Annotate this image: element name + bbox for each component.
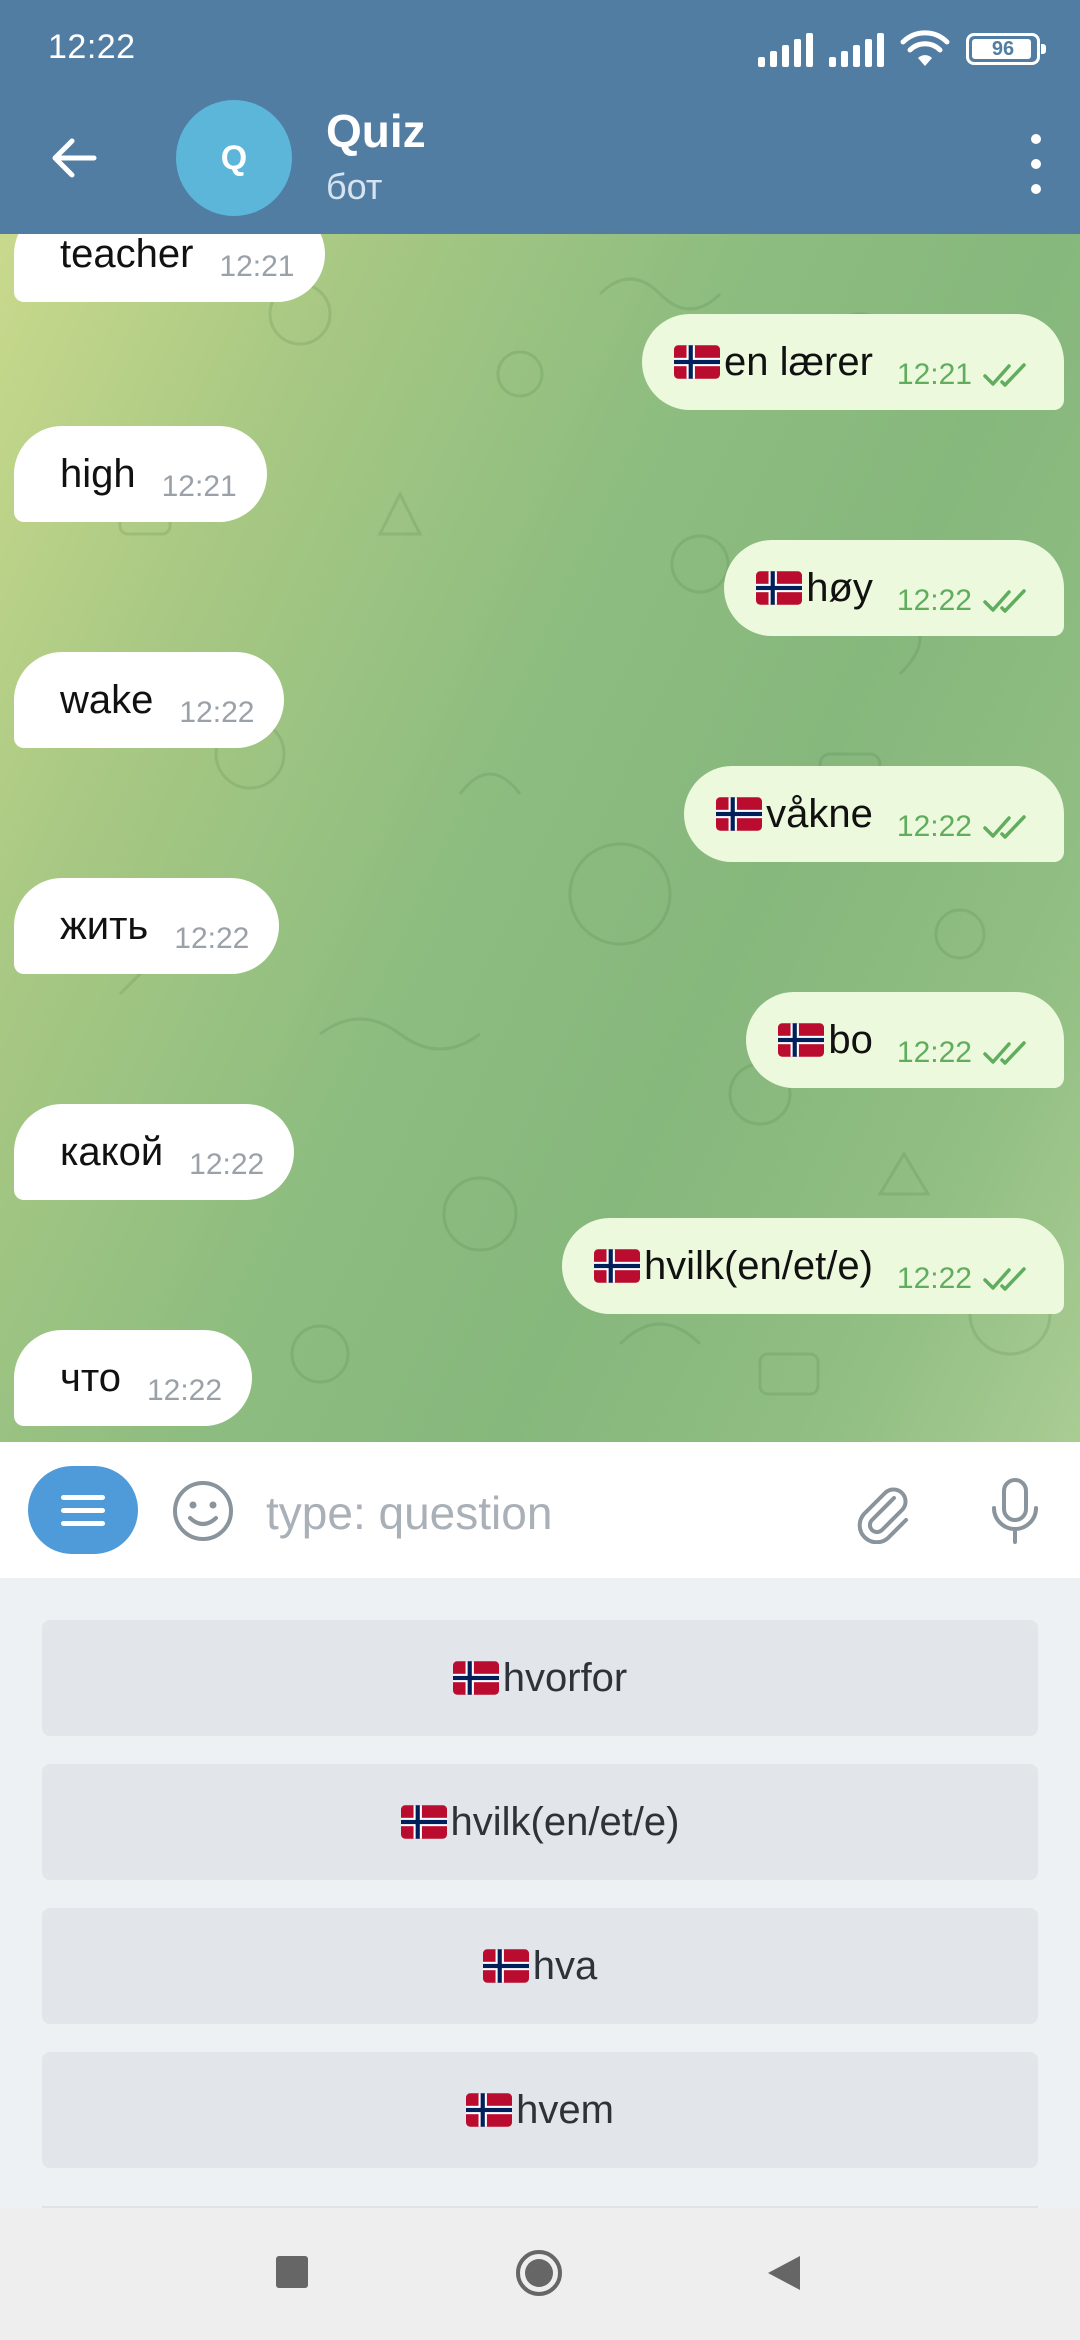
message-text: bo [828, 1017, 873, 1062]
message-time: 12:21 [896, 358, 972, 391]
keyboard-button-label: hvorfor [502, 1655, 628, 1700]
double-check-icon [983, 815, 1026, 839]
message-incoming[interactable]: жить 12:22 [14, 878, 280, 974]
paperclip-icon[interactable] [850, 1478, 916, 1544]
message-incoming[interactable]: какой 12:22 [14, 1104, 295, 1200]
norway-flag-icon [482, 1949, 529, 1983]
message-time: 12:21 [219, 250, 295, 283]
message-time: 12:22 [896, 810, 972, 843]
norway-flag-icon [756, 571, 803, 605]
message-incoming[interactable]: high 12:21 [14, 426, 267, 522]
status-time: 12:22 [48, 28, 136, 66]
message-text: hvilk(en/et/e) [643, 1243, 873, 1288]
message-time: 12:22 [174, 922, 250, 955]
smiley-icon[interactable] [170, 1478, 236, 1544]
message-incoming[interactable]: что 12:22 [14, 1330, 253, 1426]
message-outgoing[interactable]: hvilk(en/et/e) 12:22 [561, 1218, 1064, 1314]
norway-flag-icon [400, 1805, 447, 1839]
message-time: 12:22 [896, 1036, 972, 1069]
status-icons: 96 [758, 30, 1046, 68]
arrow-left-icon[interactable] [44, 128, 104, 188]
double-check-icon [983, 1267, 1026, 1291]
signal-icon [758, 31, 813, 67]
keyboard-button[interactable]: hva [42, 1908, 1038, 2024]
message-outgoing[interactable]: bo 12:22 [746, 992, 1064, 1088]
message-time: 12:22 [896, 1262, 972, 1295]
double-check-icon [983, 589, 1026, 613]
norway-flag-icon [452, 1661, 499, 1695]
keyboard-button-label: hvem [516, 2087, 614, 2132]
keyboard-button-label: hvilk(en/et/e) [450, 1799, 680, 1844]
recents-icon[interactable] [276, 2256, 308, 2288]
double-check-icon [983, 1041, 1026, 1065]
message-time: 12:22 [189, 1148, 265, 1181]
norway-flag-icon [778, 1023, 825, 1057]
message-text: какой [60, 1129, 164, 1174]
norway-flag-icon [716, 797, 763, 831]
message-time: 12:22 [179, 696, 255, 729]
keyboard-button[interactable]: hvilk(en/et/e) [42, 1764, 1038, 1880]
message-text: teacher [60, 234, 194, 276]
bot-keyboard: hvorfor hvilk(en/et/e) hva hvem [0, 1578, 1080, 2208]
message-outgoing[interactable]: en lærer 12:21 [641, 314, 1064, 410]
chat-header: Q Quiz бот [0, 100, 1080, 234]
norway-flag-icon [673, 345, 720, 379]
back-icon[interactable] [764, 2252, 804, 2294]
message-text: что [60, 1355, 121, 1400]
norway-flag-icon [593, 1249, 640, 1283]
norway-flag-icon [466, 2093, 513, 2127]
message-incoming[interactable]: teacher 12:21 [14, 234, 325, 302]
message-text: high [60, 451, 136, 496]
keyboard-button[interactable]: hvorfor [42, 1620, 1038, 1736]
signal-icon-2 [829, 31, 884, 67]
chat-title[interactable]: Quiz [326, 104, 426, 158]
chat-subtitle: бот [326, 166, 383, 207]
battery-icon: 96 [966, 33, 1046, 65]
message-input-bar: type: question [0, 1442, 1080, 1578]
keyboard-button-label: hva [532, 1943, 598, 1988]
message-time: 12:21 [161, 470, 237, 503]
status-bar: 12:22 96 [0, 0, 1080, 100]
message-time: 12:22 [146, 1374, 223, 1407]
home-icon[interactable] [514, 2248, 564, 2298]
avatar[interactable]: Q [176, 100, 292, 216]
message-outgoing[interactable]: våkne 12:22 [684, 766, 1064, 862]
message-text: wake [60, 677, 154, 722]
battery-level: 96 [991, 37, 1015, 60]
message-outgoing[interactable]: høy 12:22 [724, 540, 1064, 636]
double-check-icon [983, 363, 1026, 387]
more-vertical-icon[interactable] [1026, 134, 1046, 194]
message-incoming[interactable]: wake 12:22 [14, 652, 285, 748]
wifi-icon [900, 30, 950, 66]
message-text: en lærer [723, 339, 873, 384]
keyboard-button[interactable]: hvem [42, 2052, 1038, 2168]
chat-area[interactable]: teacher 12:21 en lærer 12:21 high 12:21 … [0, 234, 1080, 1442]
message-text: våkne [766, 791, 873, 836]
message-input[interactable]: type: question [266, 1486, 552, 1540]
menu-icon[interactable] [28, 1466, 138, 1554]
message-text: høy [806, 565, 873, 610]
message-time: 12:22 [896, 584, 972, 617]
microphone-icon[interactable] [982, 1476, 1048, 1546]
system-nav-bar [0, 2208, 1080, 2340]
message-text: жить [60, 903, 149, 948]
